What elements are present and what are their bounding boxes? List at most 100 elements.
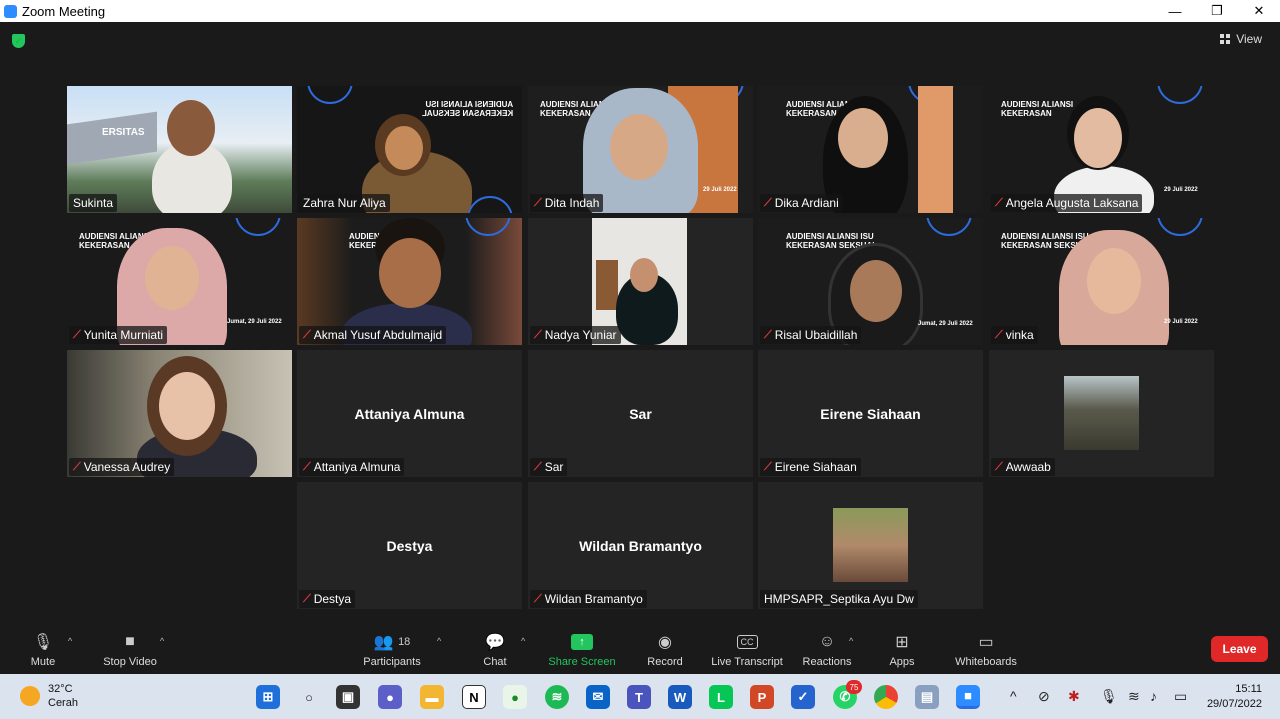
participant-tile[interactable]: Attaniya Almuna ⟋ Attaniya Almuna bbox=[297, 350, 522, 477]
participant-label: ⟋ Angela Augusta Laksana bbox=[991, 194, 1143, 212]
photos-icon[interactable]: ▤ bbox=[915, 685, 939, 709]
participant-tile[interactable]: ⟋ Vanessa Audrey bbox=[67, 350, 292, 477]
participant-tile[interactable]: Sar ⟋ Sar bbox=[528, 350, 753, 477]
task-view-icon[interactable]: ▣ bbox=[336, 685, 360, 709]
participant-tile[interactable]: Destya ⟋ Destya bbox=[297, 482, 522, 609]
chat-options-chevron-icon[interactable]: ^ bbox=[521, 636, 525, 646]
mic-off-icon: ⟋ bbox=[303, 460, 311, 473]
battery-icon[interactable]: ▭ bbox=[1174, 688, 1187, 705]
record-icon: ◉ bbox=[658, 634, 672, 651]
weather-condition: Cerah bbox=[48, 697, 78, 709]
live-transcript-button[interactable]: CC Live Transcript bbox=[708, 628, 786, 674]
participant-name: Awwaab bbox=[1005, 460, 1051, 474]
mic-off-icon: ⟋ bbox=[73, 328, 81, 341]
participants-label: Participants bbox=[363, 656, 421, 668]
door bbox=[596, 260, 618, 310]
todo-icon[interactable]: ✓ bbox=[791, 685, 815, 709]
closed-caption-icon: CC bbox=[736, 632, 758, 652]
participant-label: ⟋ Akmal Yusuf Abdulmajid bbox=[299, 326, 447, 344]
share-screen-button[interactable]: ↑ Share Screen bbox=[548, 628, 616, 674]
participant-name: Zahra Nur Aliya bbox=[303, 196, 386, 210]
security-shield-icon[interactable]: ✓ bbox=[12, 34, 25, 48]
participant-tile[interactable]: HMPSAPR_Septika Ayu Dw bbox=[758, 482, 983, 609]
volume-icon[interactable]: ♪ bbox=[1150, 688, 1157, 704]
stop-video-label: Stop Video bbox=[103, 656, 157, 668]
search-icon[interactable]: ○ bbox=[297, 685, 321, 709]
teams-chat-icon[interactable]: ● bbox=[378, 685, 402, 709]
participants-options-chevron-icon[interactable]: ^ bbox=[437, 636, 441, 646]
chat-button[interactable]: 💬 Chat bbox=[478, 628, 512, 674]
tray-network-icon[interactable]: ⊘ bbox=[1038, 688, 1050, 705]
windows-start-icon[interactable]: ⊞ bbox=[256, 685, 280, 709]
video-options-chevron-icon[interactable]: ^ bbox=[160, 636, 164, 646]
notion-icon[interactable]: N bbox=[462, 685, 486, 709]
participant-label: ⟋ Risal Ubaidillah bbox=[760, 326, 862, 344]
background-date: 29 Juli 2022 bbox=[703, 187, 737, 193]
participant-tile[interactable]: ⟋ Awwaab bbox=[989, 350, 1214, 477]
participant-label: ⟋ Dita Indah bbox=[530, 194, 604, 212]
grid-icon bbox=[1220, 34, 1231, 44]
view-button[interactable]: View bbox=[1220, 32, 1262, 46]
participant-name: Dika Ardiani bbox=[774, 196, 839, 210]
spotify-icon[interactable]: ≋ bbox=[545, 685, 569, 709]
participant-name: Sar bbox=[544, 460, 564, 474]
participant-tile[interactable]: AUDIENSI ALIANSI ISU KEKERASAN SEKSUAL 29… bbox=[989, 218, 1214, 345]
tray-chevron-up-icon[interactable]: ^ bbox=[1010, 688, 1017, 704]
participant-tile[interactable]: AUDIENSI ALIANSI ISU KEKERASAN SEKSUAL Ju… bbox=[758, 218, 983, 345]
mute-button[interactable]: 🎙 Mute bbox=[22, 628, 64, 674]
minimize-button[interactable]: — bbox=[1154, 0, 1196, 22]
participant-tile[interactable]: AUDIENSI ALIANSI KEKERASAN 29 Juli 2022 ⟋… bbox=[989, 86, 1214, 213]
evernote-icon[interactable]: ● bbox=[503, 685, 527, 709]
mail-icon[interactable]: ✉ bbox=[586, 685, 610, 709]
participant-tile[interactable]: AUDIENSI ALIANSI KEKERASAN 29 Juli 2022 ⟋… bbox=[528, 86, 753, 213]
participant-name: Dita Indah bbox=[544, 196, 600, 210]
word-icon[interactable]: W bbox=[668, 685, 692, 709]
participant-label: ⟋ Attaniya Almuna bbox=[299, 458, 405, 476]
participants-button[interactable]: 👥 18 Participants bbox=[360, 628, 424, 674]
participant-tile[interactable]: AUDIENSI ALIANSI KEKERASAN ⟋ Dika Ardiani bbox=[758, 86, 983, 213]
apps-button[interactable]: ⊞ Apps bbox=[884, 628, 920, 674]
record-button[interactable]: ◉ Record bbox=[645, 628, 685, 674]
close-button[interactable]: ✕ bbox=[1238, 0, 1280, 22]
participant-tile[interactable]: Eirene Siahaan ⟋ Eirene Siahaan bbox=[758, 350, 983, 477]
reactions-options-chevron-icon[interactable]: ^ bbox=[849, 636, 853, 646]
profile-picture bbox=[833, 508, 908, 582]
participant-tile[interactable]: ERSITAS Sukinta bbox=[67, 86, 292, 213]
profile-picture bbox=[1064, 376, 1139, 450]
share-screen-icon: ↑ bbox=[571, 632, 593, 652]
window-title: Zoom Meeting bbox=[22, 3, 106, 19]
leave-button[interactable]: Leave bbox=[1211, 636, 1268, 662]
participant-tile[interactable]: AUDIENSI ALIANSI KEKERASAN Jumat, 29 Juli… bbox=[67, 218, 292, 345]
participant-tile[interactable]: ⟋ Nadya Yuniar bbox=[528, 218, 753, 345]
powerpoint-icon[interactable]: P bbox=[750, 685, 774, 709]
restore-button[interactable]: ❐ bbox=[1196, 0, 1238, 22]
tray-app-icon[interactable]: ✱ bbox=[1068, 688, 1080, 705]
file-explorer-icon[interactable]: ▬ bbox=[420, 685, 444, 709]
background-date: 29 Juli 2022 bbox=[1164, 187, 1198, 193]
participant-tile[interactable]: Wildan Bramantyo ⟋ Wildan Bramantyo bbox=[528, 482, 753, 609]
wifi-icon[interactable]: ≋ bbox=[1128, 688, 1140, 705]
system-clock[interactable]: 15:11 29/07/2022 bbox=[1207, 682, 1262, 712]
line-icon[interactable]: L bbox=[709, 685, 733, 709]
participant-tile[interactable]: AUDIENSI ALIANSIKEKERASAN ⟋Akmal Yusuf A… bbox=[297, 218, 522, 345]
whiteboards-button[interactable]: ▭ Whiteboards bbox=[950, 628, 1022, 674]
record-label: Record bbox=[647, 656, 683, 668]
tray-microphone-icon[interactable]: 🎙 bbox=[1100, 688, 1118, 705]
banner-text: ERSITAS bbox=[102, 127, 145, 138]
view-label: View bbox=[1236, 32, 1262, 46]
weather-widget[interactable]: 32°C Cerah bbox=[20, 682, 78, 710]
mute-options-chevron-icon[interactable]: ^ bbox=[68, 636, 72, 646]
participant-label: ⟋ Sar bbox=[530, 458, 568, 476]
zoom-taskbar-icon[interactable]: ■ bbox=[956, 685, 980, 709]
stop-video-button[interactable]: ■ Stop Video bbox=[98, 628, 162, 674]
meeting-area: ✓ View ERSITAS Sukinta AUDIENSI ALIANSI … bbox=[0, 22, 1280, 628]
reactions-button[interactable]: ☺ Reactions bbox=[800, 628, 854, 674]
participant-tile-active-speaker[interactable]: AUDIENSI ALIANSI ISU KEKERASAN SEKSUAL Za… bbox=[297, 86, 522, 213]
participants-icon: 👥 18 bbox=[373, 634, 411, 651]
mic-off-icon: ⟋ bbox=[303, 328, 311, 341]
microsoft-teams-icon[interactable]: T bbox=[627, 685, 651, 709]
video-camera-icon: ■ bbox=[125, 633, 135, 650]
chrome-icon[interactable] bbox=[874, 685, 898, 709]
share-screen-label: Share Screen bbox=[548, 656, 616, 668]
zoom-app-icon bbox=[4, 4, 17, 18]
